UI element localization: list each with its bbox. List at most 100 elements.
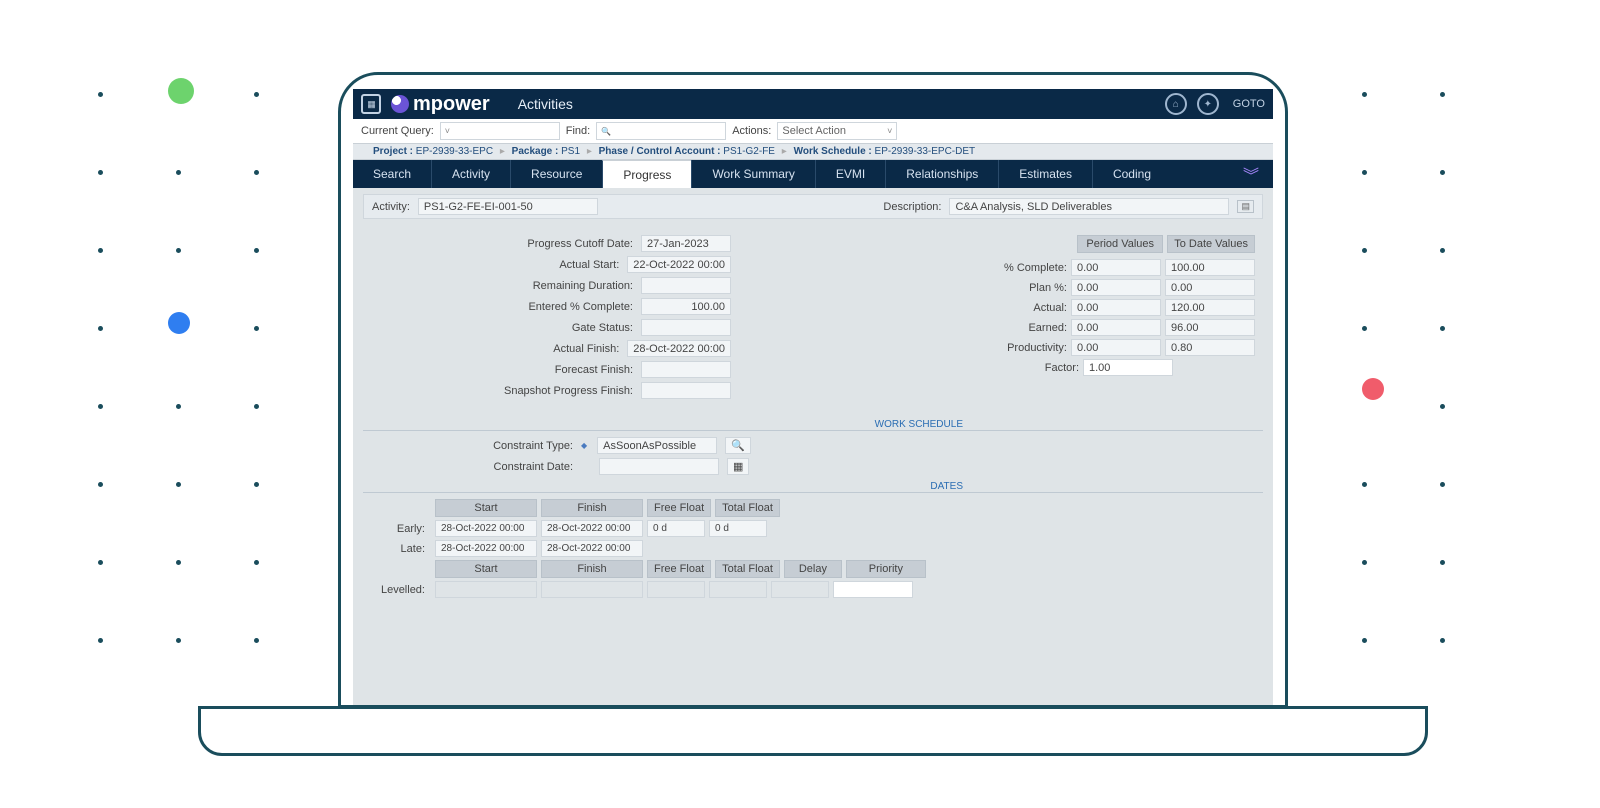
decoration-dot [1440, 482, 1445, 487]
pct-complete-label: % Complete: [947, 262, 1067, 274]
decoration-dot [254, 248, 259, 253]
home-icon[interactable]: ⌂ [1165, 93, 1187, 115]
search-icon[interactable]: 🔍 [725, 437, 751, 454]
app-screen: ▦ mpower Activities ⌂ ✦ GOTO Current Que… [353, 89, 1273, 705]
calendar-icon[interactable]: ▦ [361, 94, 381, 114]
snapshot-finish-value[interactable] [641, 382, 731, 399]
decoration-dot [98, 248, 103, 253]
factor-value[interactable]: 1.00 [1083, 359, 1173, 376]
breadcrumb-ws[interactable]: EP-2939-33-EPC-DET [875, 146, 976, 157]
decoration-dot [1362, 326, 1367, 331]
progress-form: Progress Cutoff Date:27-Jan-2023 Actual … [371, 235, 731, 403]
decoration-dot [168, 312, 190, 334]
decoration-dot [1440, 560, 1445, 565]
levelled-start[interactable] [435, 581, 537, 598]
remaining-duration-value[interactable] [641, 277, 731, 294]
logo-icon [391, 95, 409, 113]
tab-activity[interactable]: Activity [431, 160, 510, 188]
laptop-base [198, 706, 1428, 756]
section-dates: DATES [363, 481, 1263, 493]
tab-estimates[interactable]: Estimates [998, 160, 1092, 188]
decoration-dot [1362, 248, 1367, 253]
earned-period: 0.00 [1071, 319, 1161, 336]
levelled-finish[interactable] [541, 581, 643, 598]
earned-label: Earned: [947, 322, 1067, 334]
current-query-select[interactable] [440, 122, 560, 140]
breadcrumb-project[interactable]: EP-2939-33-EPC [416, 146, 493, 157]
col-total-float: Total Float [715, 499, 780, 517]
decoration-dot [1440, 326, 1445, 331]
decoration-dot [254, 638, 259, 643]
entered-pct-value[interactable]: 100.00 [641, 298, 731, 315]
forecast-finish-label: Forecast Finish: [493, 364, 633, 376]
actual-finish-value[interactable]: 28-Oct-2022 00:00 [627, 340, 731, 357]
decoration-dot [1440, 170, 1445, 175]
levelled-priority[interactable] [833, 581, 913, 598]
productivity-todate: 0.80 [1165, 339, 1255, 356]
breadcrumb-phase[interactable]: PS1-G2-FE [723, 146, 775, 157]
actions-label: Actions: [732, 125, 771, 137]
decoration-dot [1362, 560, 1367, 565]
decoration-dot [1362, 170, 1367, 175]
col2-priority: Priority [846, 560, 926, 578]
tab-search[interactable]: Search [353, 160, 431, 188]
actual-period: 0.00 [1071, 299, 1161, 316]
constraint-date-value[interactable] [599, 458, 719, 475]
constraint-type-value[interactable]: AsSoonAsPossible [597, 437, 717, 454]
compass-icon[interactable]: ✦ [1197, 93, 1219, 115]
forecast-finish-value[interactable] [641, 361, 731, 378]
decoration-dot [1440, 92, 1445, 97]
tab-relationships[interactable]: Relationships [885, 160, 998, 188]
levelled-free-float[interactable] [647, 581, 705, 598]
col2-free-float: Free Float [647, 560, 711, 578]
find-input[interactable] [596, 122, 726, 140]
earned-todate: 96.00 [1165, 319, 1255, 336]
col2-start: Start [435, 560, 537, 578]
actual-start-label: Actual Start: [479, 259, 619, 271]
actions-select[interactable]: Select Action [777, 122, 897, 140]
decoration-dot [98, 326, 103, 331]
actual-todate: 120.00 [1165, 299, 1255, 316]
early-total-float: 0 d [709, 520, 767, 537]
col2-finish: Finish [541, 560, 643, 578]
tab-resource[interactable]: Resource [510, 160, 602, 188]
decoration-dot [176, 638, 181, 643]
col-free-float: Free Float [647, 499, 711, 517]
col-finish: Finish [541, 499, 643, 517]
decoration-dot [98, 638, 103, 643]
levelled-delay[interactable] [771, 581, 829, 598]
expand-tabs-icon[interactable]: ︾ [1229, 160, 1273, 188]
decoration-dot [254, 560, 259, 565]
brand-name: mpower [413, 93, 490, 116]
details-icon[interactable]: ▤ [1237, 200, 1254, 213]
actual-start-value[interactable]: 22-Oct-2022 00:00 [627, 256, 731, 273]
tab-progress[interactable]: Progress [602, 160, 691, 188]
tab-coding[interactable]: Coding [1092, 160, 1171, 188]
goto-label[interactable]: GOTO [1233, 98, 1265, 110]
breadcrumb-package[interactable]: PS1 [561, 146, 580, 157]
decoration-dot [254, 482, 259, 487]
activity-id: PS1-G2-FE-EI-001-50 [418, 198, 598, 215]
tab-evmi[interactable]: EVMI [815, 160, 885, 188]
decoration-dot [98, 482, 103, 487]
remaining-duration-label: Remaining Duration: [493, 280, 633, 292]
col2-total-float: Total Float [715, 560, 780, 578]
decoration-dot [98, 92, 103, 97]
activity-label: Activity: [372, 201, 410, 213]
gate-status-value[interactable] [641, 319, 731, 336]
plan-pct-todate: 0.00 [1165, 279, 1255, 296]
late-row-label: Late: [363, 543, 431, 555]
breadcrumb: Project : EP-2939-33-EPC ▸ Package : PS1… [353, 144, 1273, 160]
decoration-dot [98, 404, 103, 409]
col2-delay: Delay [784, 560, 842, 578]
tab-work-summary[interactable]: Work Summary [691, 160, 814, 188]
decoration-dot [254, 404, 259, 409]
constraint-date-label: Constraint Date: [463, 461, 573, 473]
cutoff-value: 27-Jan-2023 [641, 235, 731, 252]
levelled-total-float[interactable] [709, 581, 767, 598]
actual-finish-label: Actual Finish: [479, 343, 619, 355]
calendar-picker-icon[interactable]: ▦ [727, 458, 749, 475]
diamond-icon: ◆ [581, 441, 587, 450]
query-bar: Current Query: Find: Actions: Select Act… [353, 119, 1273, 144]
find-label: Find: [566, 125, 590, 137]
